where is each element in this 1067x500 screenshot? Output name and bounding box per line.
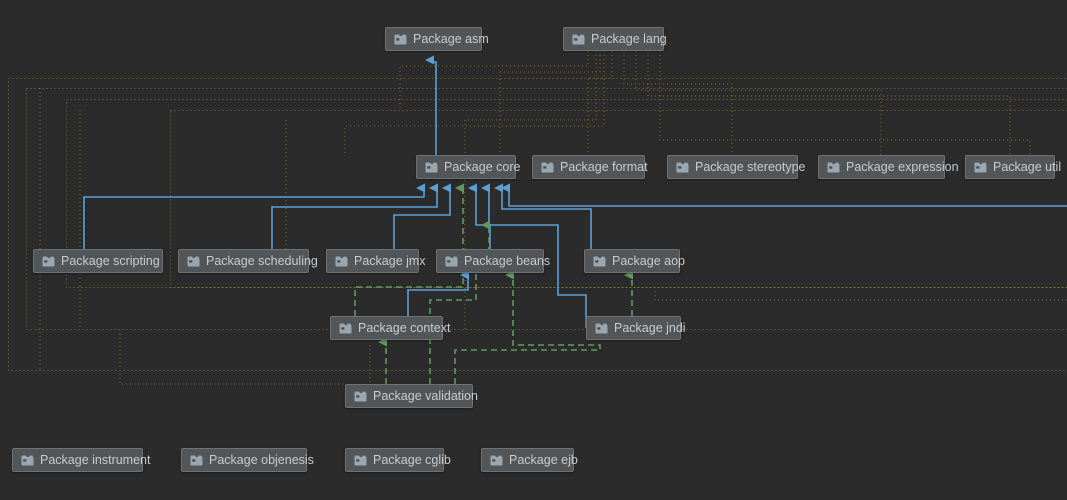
package-node-ejb[interactable]: Package ejb [481, 448, 578, 472]
package-node-jndi[interactable]: Package jndi [586, 316, 686, 340]
edge-core-to-asm [425, 55, 437, 155]
folder-icon [335, 256, 348, 267]
folder-icon [42, 256, 55, 267]
folder-icon [394, 34, 407, 45]
package-dependency-diagram[interactable]: Package asm Package lang Package core Packa… [0, 0, 1067, 500]
package-node-expression[interactable]: Package expression [818, 155, 959, 179]
edge-jmx-to-core [393, 183, 451, 249]
folder-icon [425, 162, 438, 173]
containment-links [39, 51, 1067, 385]
package-node-label: Package instrument [40, 452, 151, 467]
package-node-validation[interactable]: Package validation [345, 384, 478, 408]
folder-icon [190, 455, 203, 466]
package-node-aop[interactable]: Package aop [584, 249, 685, 273]
edge-scripting-to-core [83, 183, 425, 249]
edge-context-to-beans [407, 270, 469, 316]
package-node-label: Package scripting [61, 253, 160, 268]
package-node-context[interactable]: Package context [330, 316, 450, 340]
package-node-objenesis[interactable]: Package objenesis [181, 448, 314, 472]
folder-icon [827, 162, 840, 173]
package-node-label: Package lang [591, 31, 667, 46]
package-node-label: Package validation [373, 388, 478, 403]
folder-icon [354, 455, 367, 466]
folder-icon [339, 323, 352, 334]
package-node-label: Package aop [612, 253, 685, 268]
folder-icon [354, 391, 367, 402]
package-node-jmx[interactable]: Package jmx [326, 249, 426, 273]
package-node-label: Package cglib [373, 452, 451, 467]
folder-icon [21, 455, 34, 466]
folder-icon [490, 455, 503, 466]
package-node-format[interactable]: Package format [532, 155, 648, 179]
package-node-util[interactable]: Package util [965, 155, 1061, 179]
second-container [26, 88, 1067, 330]
package-node-label: Package jmx [354, 253, 426, 268]
package-node-stereotype[interactable]: Package stereotype [667, 155, 806, 179]
package-node-label: Package asm [413, 31, 489, 46]
package-node-label: Package ejb [509, 452, 578, 467]
package-node-scheduling[interactable]: Package scheduling [178, 249, 318, 273]
folder-icon [974, 162, 987, 173]
package-node-label: Package jndi [614, 320, 686, 335]
edge-aop-to-core [494, 183, 592, 249]
folder-icon [572, 34, 585, 45]
package-node-label: Package format [560, 159, 648, 174]
package-node-asm[interactable]: Package asm [385, 27, 489, 51]
edge-beans-to-core [481, 183, 491, 249]
folder-icon [187, 256, 200, 267]
package-node-cglib[interactable]: Package cglib [345, 448, 451, 472]
edge-validation-to-beans [454, 270, 601, 384]
outer-container [8, 78, 1067, 371]
package-node-lang[interactable]: Package lang [563, 27, 667, 51]
package-node-label: Package objenesis [209, 452, 314, 467]
package-node-scripting[interactable]: Package scripting [33, 249, 163, 273]
package-node-instrument[interactable]: Package instrument [12, 448, 150, 472]
package-node-label: Package beans [464, 253, 551, 268]
folder-icon [595, 323, 608, 334]
folder-icon [676, 162, 689, 173]
package-node-label: Package core [444, 159, 521, 174]
container-boundaries [8, 78, 1067, 371]
edge-scheduling-to-core [271, 183, 438, 249]
package-node-label: Package util [993, 159, 1062, 174]
folder-icon [593, 256, 606, 267]
package-node-label: Package scheduling [206, 253, 318, 268]
package-node-label: Package context [358, 320, 451, 335]
edge-util-to-core [501, 183, 1067, 207]
package-node-label: Package expression [846, 159, 959, 174]
package-node-label: Package stereotype [695, 159, 806, 174]
package-node-beans[interactable]: Package beans [436, 249, 550, 273]
package-node-core[interactable]: Package core [416, 155, 520, 179]
folder-icon [541, 162, 554, 173]
folder-icon [445, 256, 458, 267]
solid-dependency-edges [83, 55, 1067, 328]
dashed-dependency-edges [354, 183, 633, 384]
